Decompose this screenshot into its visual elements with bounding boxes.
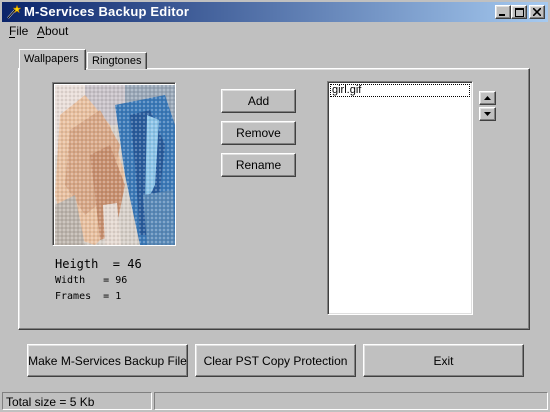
menu-bar: File About bbox=[2, 22, 548, 40]
close-button[interactable] bbox=[529, 5, 545, 19]
minimize-button[interactable] bbox=[495, 5, 511, 19]
move-down-button[interactable] bbox=[479, 107, 496, 121]
menu-about[interactable]: About bbox=[37, 24, 68, 38]
clear-protection-button[interactable]: Clear PST Copy Protection bbox=[195, 344, 356, 377]
list-item[interactable]: girl.gif bbox=[330, 84, 470, 97]
clear-protection-button-label: Clear PST Copy Protection bbox=[203, 353, 348, 368]
rename-button-label: Rename bbox=[235, 158, 282, 172]
tab-ringtones-label: Ringtones bbox=[92, 55, 142, 67]
maximize-icon bbox=[514, 7, 524, 17]
arrow-up-icon bbox=[484, 96, 491, 100]
file-list[interactable]: girl.gif bbox=[327, 81, 473, 315]
wallpaper-image bbox=[55, 85, 175, 245]
image-height-info: Heigth = 46 bbox=[55, 257, 142, 271]
image-frames-info: Frames = 1 bbox=[55, 291, 122, 302]
tab-ringtones[interactable]: Ringtones bbox=[87, 52, 147, 69]
add-button[interactable]: Add bbox=[221, 89, 296, 113]
minimize-icon bbox=[499, 14, 505, 16]
move-up-button[interactable] bbox=[479, 91, 496, 105]
exit-button-label: Exit bbox=[433, 353, 454, 368]
rename-button[interactable]: Rename bbox=[221, 153, 296, 177]
menu-about-underline bbox=[37, 37, 44, 38]
arrow-down-icon bbox=[484, 112, 491, 116]
wand-icon bbox=[7, 4, 21, 19]
make-backup-button-label: Make M-Services Backup File bbox=[28, 353, 187, 368]
remove-button[interactable]: Remove bbox=[221, 121, 296, 145]
status-secondary bbox=[154, 392, 548, 410]
window-title: M-Services Backup Editor bbox=[24, 4, 190, 19]
tab-wallpapers[interactable]: Wallpapers bbox=[19, 49, 86, 70]
close-icon bbox=[533, 8, 541, 16]
image-preview bbox=[52, 82, 176, 246]
image-width-info: Width = 96 bbox=[55, 275, 128, 286]
tab-wallpapers-label: Wallpapers bbox=[24, 53, 79, 65]
make-backup-button[interactable]: Make M-Services Backup File bbox=[27, 344, 188, 377]
status-total-size: Total size = 5 Kb bbox=[2, 392, 152, 410]
title-bar[interactable]: M-Services Backup Editor bbox=[2, 2, 548, 22]
menu-file-underline bbox=[9, 37, 15, 38]
maximize-button[interactable] bbox=[511, 5, 527, 19]
remove-button-label: Remove bbox=[236, 126, 281, 140]
exit-button[interactable]: Exit bbox=[363, 344, 524, 377]
add-button-label: Add bbox=[247, 94, 270, 108]
menu-file[interactable]: File bbox=[9, 24, 28, 38]
